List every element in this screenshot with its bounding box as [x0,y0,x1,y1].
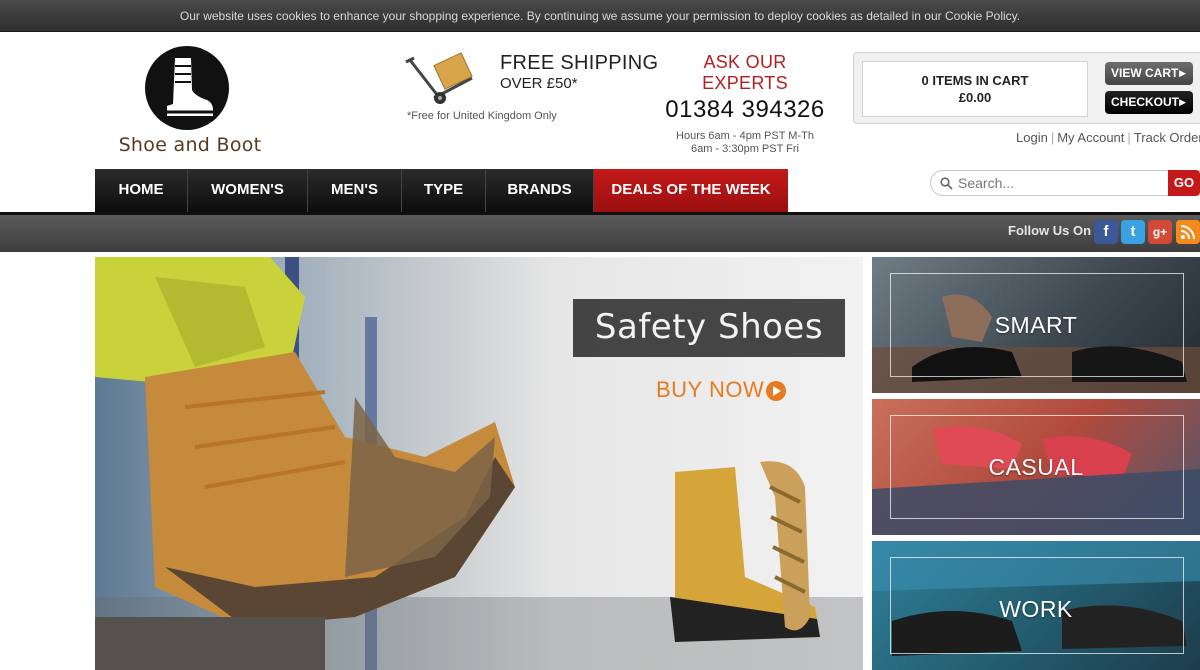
opening-hours: Hours 6am - 4pm PST M-Th 6am - 3:30pm PS… [660,130,830,156]
category-tile-casual[interactable]: CASUAL [872,399,1200,535]
link-separator: | [1127,130,1131,145]
search-icon [940,177,953,190]
free-shipping-threshold: OVER £50* [500,75,578,92]
social-bar: Follow Us On : f t g+ [0,215,1200,252]
hours-line: Hours 6am - 4pm PST M-Th [676,130,814,142]
my-account-link[interactable]: My Account [1057,130,1124,145]
arrow-right-icon: ▶ [1179,97,1186,107]
category-label: SMART [994,312,1078,338]
account-links: Login | My Account | Track Order [1016,130,1200,145]
nav-item-type[interactable]: TYPE [402,169,486,213]
twitter-icon[interactable]: t [1121,220,1145,244]
rss-icon[interactable] [1176,220,1200,244]
cookie-notice[interactable]: Our website uses cookies to enhance your… [0,0,1200,32]
category-tile-work[interactable]: WORK [872,541,1200,670]
nav-item-mens[interactable]: MEN'S [308,169,402,213]
checkout-label: CHECKOUT [1111,95,1179,109]
nav-item-womens[interactable]: WOMEN'S [188,169,308,213]
search-input[interactable] [958,173,1163,193]
search-go-button[interactable]: GO [1168,170,1200,196]
cart-item-count: 0 ITEMS IN CART [921,73,1029,88]
facebook-icon[interactable]: f [1094,220,1118,244]
boot-logo-icon [145,46,229,130]
category-label: WORK [999,596,1073,622]
track-order-link[interactable]: Track Order [1134,130,1200,145]
category-tile-smart[interactable]: SMART [872,257,1200,393]
follow-us-label: Follow Us On : [1008,223,1099,238]
nav-item-brands[interactable]: BRANDS [486,169,594,213]
experts-title: ASK OUR EXPERTS [702,52,788,93]
free-shipping-note: *Free for United Kingdom Only [407,110,557,122]
experts-block: ASK OUR EXPERTS 01384 394326 Hours 6am -… [660,52,830,156]
link-separator: | [1050,130,1055,145]
hero-title: Safety Shoes [573,299,845,357]
arrow-right-icon: ▶ [1179,68,1186,78]
site-logo[interactable]: Shoe and Boot [95,44,285,158]
view-cart-label: VIEW CART [1111,66,1179,80]
play-circle-icon[interactable] [765,380,787,402]
nav-item-home[interactable]: HOME [95,169,188,213]
nav-item-deals[interactable]: DEALS OF THE WEEK [594,169,788,213]
google-plus-icon[interactable]: g+ [1148,220,1172,244]
hand-truck-icon [404,52,480,106]
cart-summary: 0 ITEMS IN CART £0.00 VIEW CART ▶ CHECKO… [853,52,1200,124]
phone-number[interactable]: 01384 394326 [660,96,830,124]
free-shipping-title: FREE SHIPPING [500,52,659,74]
cart-total: £0.00 [958,90,992,105]
hero-banner[interactable]: Safety Shoes BUY NOW [95,257,863,670]
cart-contents[interactable]: 0 ITEMS IN CART £0.00 [862,61,1088,117]
logo-text: Shoe and Boot [118,134,262,156]
hours-line: 6am - 3:30pm PST Fri [691,143,799,155]
search-box [930,170,1170,196]
buy-now-link[interactable]: BUY NOW [656,377,764,403]
main-nav: HOME WOMEN'S MEN'S TYPE BRANDS DEALS OF … [95,169,788,213]
login-link[interactable]: Login [1016,130,1048,145]
view-cart-button[interactable]: VIEW CART ▶ [1105,62,1193,85]
checkout-button[interactable]: CHECKOUT ▶ [1105,91,1193,114]
category-label: CASUAL [988,454,1084,480]
